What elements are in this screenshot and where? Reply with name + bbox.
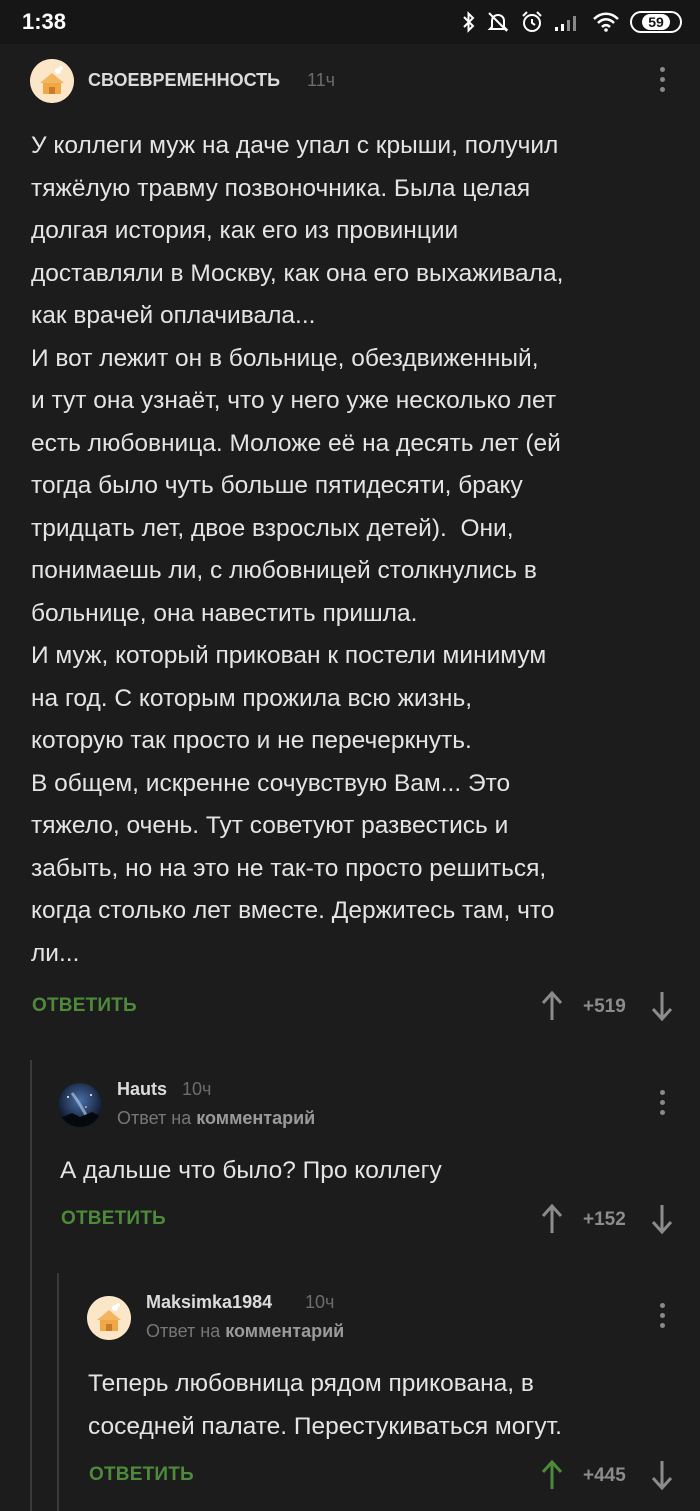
comment-text-line: У коллеги муж на даче упал с крыши, полу…: [31, 132, 559, 159]
avatar[interactable]: [58, 1083, 102, 1127]
battery-level: 59: [642, 14, 670, 30]
comment-text-line: долгая история, как его из провинции: [31, 217, 459, 244]
comment-body: У коллеги муж на даче упал с крыши, полу…: [31, 125, 563, 975]
upvote-icon[interactable]: [540, 1203, 564, 1235]
comment-text-line: доставляли в Москву, как она его выхажив…: [31, 259, 564, 287]
comment-time: 10ч: [182, 1079, 212, 1099]
reply-button[interactable]: ОТВЕТИТЬ: [89, 1464, 194, 1486]
comment-text-line: и тут она узнаёт, что у него уже несколь…: [31, 387, 557, 414]
avatar-house-icon: [30, 59, 74, 103]
thread-line: [30, 1060, 32, 1511]
status-time: 1:38: [22, 9, 67, 34]
upvote-icon-active[interactable]: [540, 1459, 564, 1491]
bluetooth-icon: [463, 11, 475, 33]
signal-icon: [555, 16, 576, 31]
reply-to-prefix: Ответ на: [146, 1321, 221, 1341]
reply-to-prefix: Ответ на: [117, 1108, 192, 1128]
comment-text-line: как врачей оплачивала...: [31, 302, 316, 329]
avatar-house-icon: [87, 1296, 131, 1340]
comment-body: А дальше что было? Про коллегу: [60, 1150, 442, 1193]
reply-to-link[interactable]: комментарий: [196, 1108, 315, 1128]
comment-time: 11ч: [307, 70, 336, 90]
comment-text-line: И вот лежит он в больнице, обездвиженный…: [31, 344, 539, 372]
comment-text-line: тяжёлую травму позвоночника. Была целая: [31, 174, 531, 202]
comment-text-line: Теперь любовница рядом прикована, в: [88, 1370, 534, 1397]
more-options-icon[interactable]: [658, 1090, 666, 1115]
reply-button[interactable]: ОТВЕТИТЬ: [32, 995, 137, 1017]
upvote-icon[interactable]: [540, 990, 564, 1022]
comment-time: 10ч: [305, 1292, 335, 1312]
avatar[interactable]: [87, 1296, 131, 1340]
comment-body: Теперь любовница рядом прикована, в сосед…: [88, 1363, 562, 1448]
comment-text-line: ли...: [31, 939, 80, 967]
comment-text-line: которую так просто и не перечеркнуть.: [31, 727, 472, 754]
mute-icon: [487, 12, 509, 32]
comment-text-line: больнице, она навестить пришла.: [31, 599, 418, 627]
status-icons: 59: [462, 8, 682, 36]
comment-text-line: когда столько лет вместе. Держитесь там,…: [31, 897, 555, 924]
comment-text-line: В общем, искренне сочувствую Вам... Это: [31, 769, 511, 797]
downvote-icon[interactable]: [650, 1459, 674, 1491]
comment-score: +152: [583, 1209, 626, 1230]
reply-to-line: Ответ на комментарий: [146, 1321, 344, 1342]
comment-author[interactable]: Maksimka1984: [146, 1292, 272, 1313]
comment-text-line: понимаешь ли, с любовницей столкнулись в: [31, 557, 537, 584]
comment-text-line: на год. С которым прожила всю жизнь,: [31, 684, 473, 712]
comment-score: +445: [583, 1465, 626, 1486]
alarm-icon: [522, 11, 542, 32]
downvote-icon[interactable]: [650, 1203, 674, 1235]
comment-author[interactable]: Hauts: [117, 1079, 167, 1100]
reply-to-line: Ответ на комментарий: [117, 1108, 315, 1129]
battery-icon: 59: [630, 11, 682, 33]
reply-button[interactable]: ОТВЕТИТЬ: [61, 1208, 166, 1230]
downvote-icon[interactable]: [650, 990, 674, 1022]
reply-to-link[interactable]: комментарий: [225, 1321, 344, 1341]
status-bar: 1:38 59: [0, 0, 700, 44]
comment-text-line: забыть, но на это не так-то просто решит…: [31, 854, 547, 882]
comment-text-line: тогда было чуть больше пятидесяти, браку: [31, 472, 523, 499]
comment-text-line: соседней палате. Перестукиваться могут.: [88, 1412, 562, 1440]
comment-text-line: И муж, который прикован к постели миниму…: [31, 642, 547, 669]
comment-text-line: А дальше что было? Про коллегу: [60, 1157, 442, 1184]
wifi-icon: [593, 12, 619, 32]
comment-text-line: тяжело, очень. Тут советуют развестись и: [31, 812, 509, 839]
comment-author[interactable]: СВОЕВРЕМЕННОСТЬ: [88, 70, 280, 91]
more-options-icon[interactable]: [658, 67, 666, 92]
comment-score: +519: [583, 996, 626, 1017]
thread-line: [57, 1273, 59, 1511]
comment-text-line: тридцать лет, двое взрослых детей). Они,: [31, 514, 514, 542]
more-options-icon[interactable]: [658, 1303, 666, 1328]
avatar[interactable]: [30, 59, 74, 103]
comment-text-line: есть любовница. Моложе её на десять лет …: [31, 429, 561, 457]
avatar-night-sky-icon: [58, 1083, 102, 1127]
